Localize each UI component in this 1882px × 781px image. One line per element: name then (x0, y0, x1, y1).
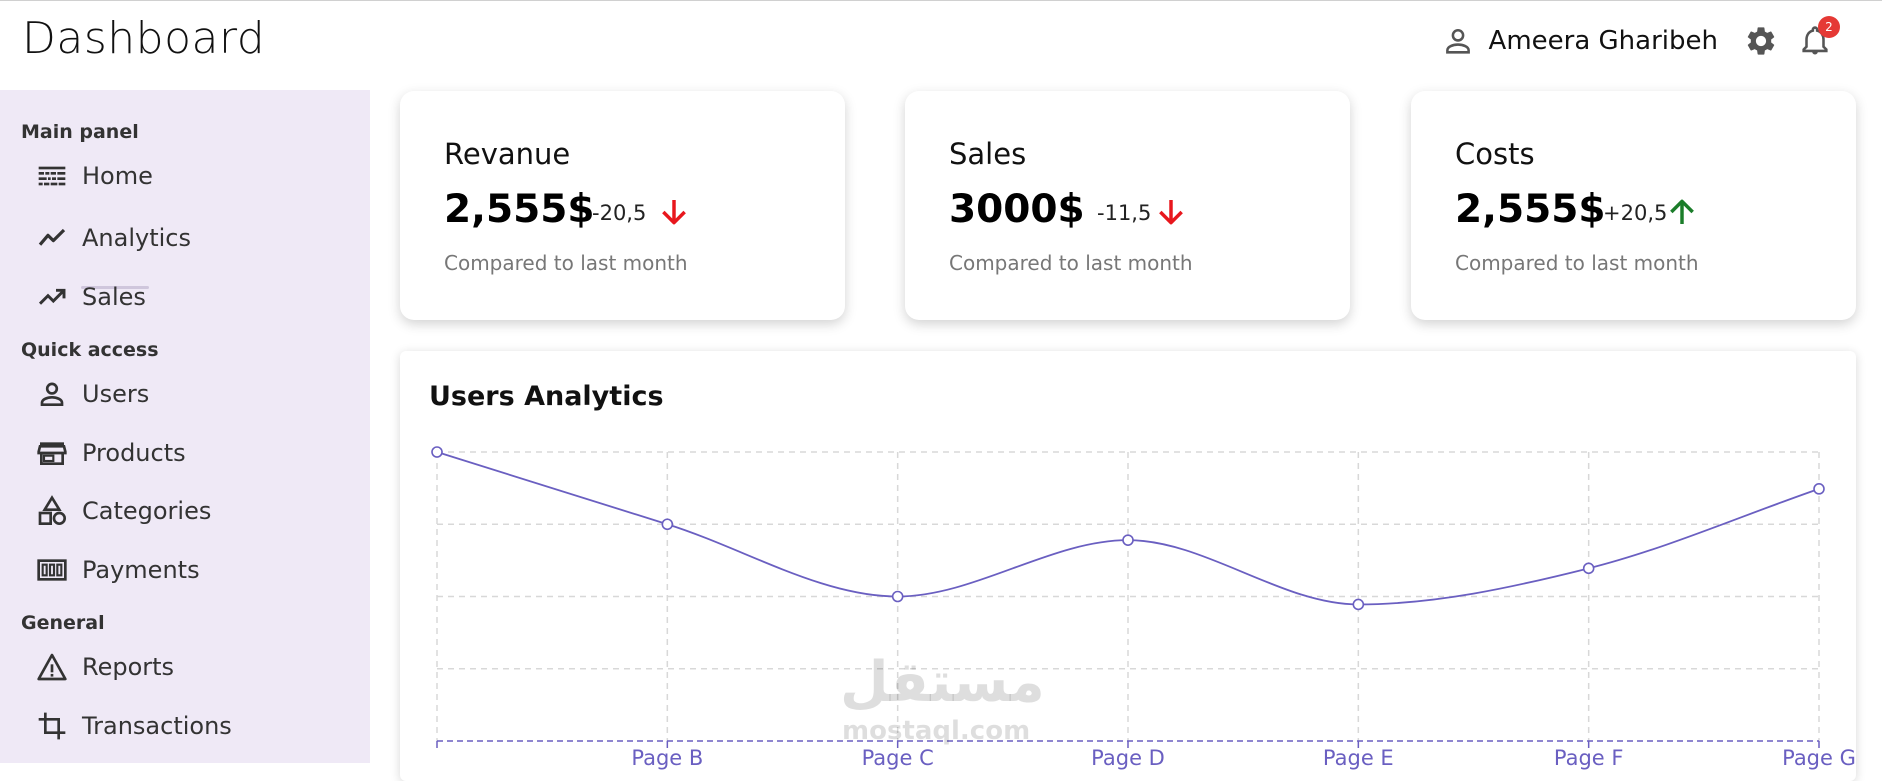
sidebar-item-label: Analytics (82, 224, 191, 252)
arrow-up-icon (1670, 199, 1694, 224)
user-icon[interactable] (1441, 24, 1475, 58)
card-change: +20,5 (1603, 201, 1668, 225)
card-change: -11,5 (1097, 201, 1152, 225)
card-value: 2,555$ (1455, 187, 1606, 232)
data-point (1352, 598, 1365, 611)
card-value: 2,555$ (444, 187, 595, 232)
card-title: Costs (1455, 137, 1535, 171)
stat-card-costs: Costs 2,555$ +20,5 Compared to last mont… (1411, 91, 1856, 320)
x-tick-label: Page G (1782, 746, 1856, 770)
gear-icon[interactable] (1744, 24, 1778, 58)
data-point (1813, 483, 1825, 495)
sidebar-item-users[interactable]: Users (36, 374, 149, 414)
sidebar-item-products[interactable]: Products (36, 433, 186, 473)
data-point (891, 590, 904, 603)
section-title-main-panel: Main panel (21, 121, 139, 143)
analytics-icon (38, 228, 66, 246)
home-icon (38, 166, 66, 186)
stat-card-revenue: Revanue 2,555$ -20,5 Compared to last mo… (400, 91, 845, 320)
sidebar-item-payments[interactable]: Payments (36, 550, 200, 590)
sidebar-item-label: Users (82, 380, 150, 408)
card-change: -20,5 (592, 201, 647, 225)
stat-card-sales: Sales 3000$ -11,5 Compared to last month (905, 91, 1350, 320)
card-subtitle: Compared to last month (949, 251, 1193, 275)
warning-icon (37, 653, 67, 681)
user-icon (40, 382, 64, 406)
card-subtitle: Compared to last month (444, 251, 688, 275)
sidebar-item-label: Transactions (82, 712, 232, 740)
x-tick-label: Page F (1554, 746, 1624, 770)
users-analytics-card: Users Analytics Page B Page C Page D Page E… (400, 351, 1856, 781)
data-point (1582, 562, 1595, 575)
notification-badge: 2 (1818, 16, 1840, 38)
data-point (431, 446, 443, 458)
sidebar-item-sales[interactable]: Sales (36, 277, 146, 317)
sidebar-item-label: Reports (82, 653, 175, 681)
data-point (1122, 534, 1134, 546)
crop-icon (38, 712, 66, 740)
section-title-general: General (21, 612, 105, 634)
users-analytics-chart: Page B Page C Page D Page E Page F Page G (431, 446, 1856, 770)
card-title: Revanue (444, 137, 571, 171)
sidebar-item-label: Products (82, 439, 186, 467)
sidebar-item-label: Payments (82, 556, 200, 584)
card-title: Sales (949, 137, 1027, 171)
card-subtitle: Compared to last month (1455, 251, 1699, 275)
sidebar-item-transactions[interactable]: Transactions (36, 706, 232, 746)
top-bar: Dashboard Ameera Gharibeh 2 (0, 0, 1882, 90)
arrow-down-icon (662, 200, 686, 225)
user-name[interactable]: Ameera Gharibeh (1489, 26, 1718, 56)
sidebar-item-label: Categories (82, 497, 212, 525)
sidebar-item-label: Home (82, 162, 153, 190)
category-icon (38, 495, 66, 525)
sidebar-item-analytics[interactable]: Analytics (36, 218, 191, 258)
sidebar-item-label: Sales (82, 283, 146, 311)
store-icon (37, 442, 67, 465)
sidebar-item-reports[interactable]: Reports (36, 647, 174, 687)
page-title: Dashboard (22, 13, 266, 64)
x-tick-label: Page E (1323, 746, 1394, 770)
sidebar-item-categories[interactable]: Categories (36, 491, 211, 531)
trending-up-icon (38, 288, 66, 305)
section-title-quick-access: Quick access (21, 339, 159, 361)
notifications-button[interactable]: 2 (1798, 16, 1840, 60)
card-value: 3000$ (949, 187, 1085, 232)
x-tick-label: Page C (862, 746, 934, 770)
arrow-down-icon (1159, 200, 1183, 225)
x-tick-label: Page D (1091, 746, 1165, 770)
sidebar-item-home[interactable]: Home (36, 156, 153, 196)
data-point (661, 518, 674, 531)
sidebar: Main panel Home Analytics Sales Quick ac… (0, 90, 370, 763)
payments-icon (37, 559, 67, 581)
user-area: Ameera Gharibeh 2 (1441, 16, 1840, 63)
x-tick-label: Page B (631, 746, 703, 770)
